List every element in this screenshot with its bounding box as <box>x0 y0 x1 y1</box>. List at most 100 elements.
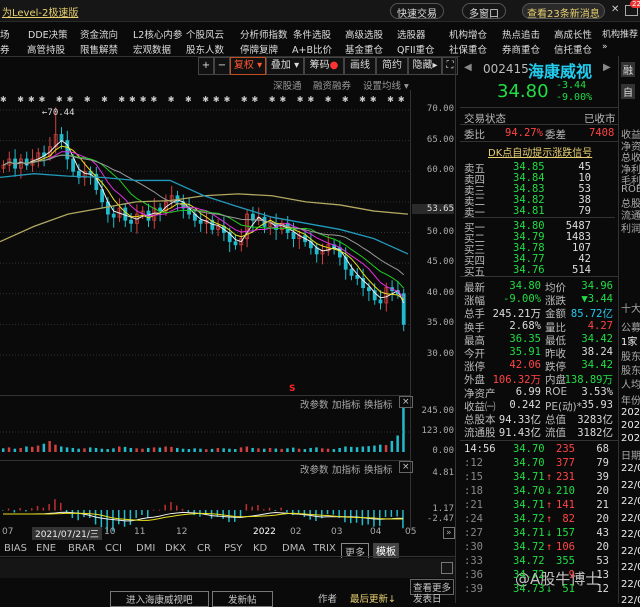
indicator-tab[interactable]: DMA <box>282 543 305 554</box>
macd-bar <box>355 510 358 523</box>
param-button[interactable]: 改参数 <box>300 397 329 411</box>
new-post-button[interactable]: 发新帖 <box>212 591 273 607</box>
macd-tick: 4.81 <box>432 468 454 478</box>
long-ma-line <box>0 193 409 243</box>
indicator-tab[interactable]: BRAR <box>68 543 95 554</box>
stat-value: 36.35 <box>509 332 541 345</box>
macd-bar <box>390 510 393 517</box>
indicator-tab[interactable]: CCI <box>105 543 122 554</box>
candle <box>378 299 383 304</box>
candle <box>198 219 203 224</box>
macd-bar <box>135 510 137 519</box>
signal-marker: S <box>289 384 295 394</box>
quote-row: :39 34.73 ↓ 51 12 <box>463 583 613 595</box>
enter-forum-button[interactable]: 进入海康威视吧 <box>110 591 209 607</box>
indicator-tab[interactable]: DKX <box>165 543 186 554</box>
expand-panel-icon[interactable] <box>441 562 453 574</box>
tick-time: 14:56 <box>464 443 496 455</box>
indicator-tab[interactable]: DMI <box>136 543 155 554</box>
macd-bar <box>170 502 172 511</box>
price-tick: 53.65 <box>412 204 454 215</box>
tick-time: :36 <box>464 569 483 581</box>
date-header: 日期 <box>621 451 640 462</box>
tick-price: 34.70 <box>513 457 545 469</box>
margin-button[interactable]: 融 <box>621 62 635 77</box>
macd-bar <box>141 510 143 515</box>
custom-button[interactable]: 自 <box>621 84 635 99</box>
swap-button[interactable]: 换指标 <box>364 462 393 476</box>
volume-bar <box>344 446 347 452</box>
date-tick: 07 <box>2 527 14 537</box>
menu-item[interactable]: 机构推荐 <box>602 27 638 40</box>
stat-label: 流通股 <box>464 427 496 440</box>
close-panel-icon[interactable]: × <box>399 396 413 408</box>
volume-bar <box>379 444 382 452</box>
kline-chart[interactable]: ←70.44 S <box>0 0 456 540</box>
tick-price: 34.73 <box>513 583 545 595</box>
volume-bar <box>332 449 336 452</box>
tick-arrow: ↑ <box>546 499 553 511</box>
indicator-tab[interactable]: TRIX <box>313 543 336 554</box>
indicator-tab[interactable]: BIAS <box>4 543 27 554</box>
volume-bar <box>123 446 127 452</box>
macd-bar <box>396 510 398 517</box>
volume-bar <box>205 449 208 452</box>
volume-bar <box>170 446 173 452</box>
indicator-tab[interactable]: CR <box>197 543 211 554</box>
tick-time: :18 <box>464 485 483 497</box>
candle <box>291 232 296 240</box>
volume-bar <box>118 446 121 452</box>
info-panel <box>0 558 455 578</box>
volume-bar <box>77 448 80 452</box>
menu-item[interactable]: 券商重仓 <box>502 42 540 56</box>
menu-item[interactable]: » <box>602 42 608 52</box>
macd-bar <box>239 510 242 518</box>
macd-bar <box>7 508 10 511</box>
date-item: 22/0 <box>621 463 640 474</box>
menu-item[interactable]: 高成长性 <box>554 27 592 41</box>
tick-arrow: ↓ <box>546 583 553 595</box>
date-item: 22/0 <box>621 595 640 606</box>
volume-bar <box>326 448 330 452</box>
macd-bar <box>344 510 346 523</box>
multi-window-button[interactable]: 多窗口 <box>462 3 506 20</box>
stat-value: 34.80 <box>509 280 541 292</box>
signal-link[interactable]: DK点自动提示涨跌信号 <box>488 144 592 159</box>
add-button[interactable]: 加指标 <box>332 462 361 476</box>
close-news-icon[interactable]: ✕ <box>611 4 619 15</box>
candle <box>233 241 238 246</box>
add-button[interactable]: 加指标 <box>332 397 361 411</box>
macd-bar <box>268 507 271 511</box>
stat-value: 3.53% <box>581 385 613 398</box>
tick-time: :21 <box>464 499 483 511</box>
quote-row: :33 34.72 355 53 <box>463 555 613 567</box>
volume-bar <box>193 448 196 452</box>
macd-bar <box>19 508 21 511</box>
indicator-tab[interactable]: PSY <box>224 543 243 554</box>
quote-row: 总手 245.21万 金额 85.72亿 <box>463 306 613 320</box>
news-button[interactable]: 查看23条新消息 <box>522 3 605 20</box>
menu-item[interactable]: 热点追击 <box>502 27 540 41</box>
swap-button[interactable]: 换指标 <box>364 397 393 411</box>
menu-item[interactable]: 信托重仓 <box>554 42 592 56</box>
percent-change: -9.00% <box>556 92 593 103</box>
indicator-tab[interactable]: KD <box>253 543 267 554</box>
volume-bar <box>19 447 22 452</box>
next-stock-icon[interactable]: ▶ <box>603 62 611 73</box>
close-panel-icon[interactable]: × <box>399 461 413 473</box>
date-item: 22/0 <box>621 529 640 540</box>
param-button[interactable]: 改参数 <box>300 462 329 476</box>
prev-stock-icon[interactable]: ◀ <box>464 62 472 73</box>
stat-value: 2.68% <box>509 319 541 332</box>
scroll-right-icon[interactable]: » <box>443 527 455 539</box>
macd-bar <box>147 510 149 518</box>
indicator-tab[interactable]: ENE <box>36 543 56 554</box>
quote-row: 收益㈠ 0.242 PE(动)* 35.93 <box>463 399 613 413</box>
volume-tick: 0.00 <box>432 446 454 456</box>
volume-bar <box>286 448 289 452</box>
price-tick: 40.00 <box>426 287 454 298</box>
volume-bar <box>355 447 359 452</box>
macd-bar <box>164 504 166 511</box>
stat-value: 34.42 <box>581 359 613 372</box>
profit-tab: 利润 <box>621 224 640 235</box>
